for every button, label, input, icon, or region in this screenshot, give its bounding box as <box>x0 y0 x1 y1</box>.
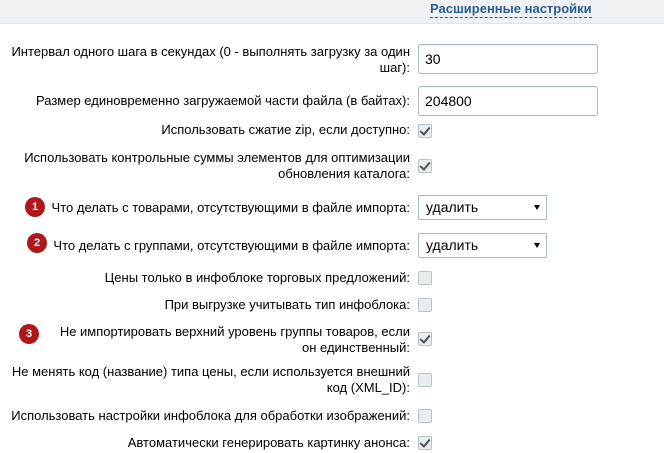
chunk-size-input[interactable] <box>418 86 598 116</box>
use-zip-checkbox[interactable] <box>418 124 432 138</box>
chevron-down-icon <box>534 205 540 210</box>
advanced-settings-link[interactable]: Расширенные настройки <box>430 1 592 18</box>
missing-products-value: удалить <box>426 199 479 215</box>
step-badge-3: 3 <box>19 324 39 344</box>
missing-groups-select[interactable]: удалить <box>418 233 547 258</box>
step-interval-label: Интервал одного шага в секундах (0 - вып… <box>11 44 410 75</box>
skip-top-group-checkbox[interactable] <box>418 332 432 346</box>
advanced-settings-header: Расширенные настройки <box>0 0 664 24</box>
auto-preview-checkbox[interactable] <box>418 436 432 450</box>
auto-preview-label: Автоматически генерировать картинку анон… <box>127 435 410 450</box>
use-zip-label: Использовать сжатие zip, если доступно: <box>161 122 410 137</box>
prices-offers-only-checkbox[interactable] <box>418 271 432 285</box>
step-interval-input[interactable] <box>418 44 598 74</box>
chevron-down-icon <box>534 243 540 248</box>
missing-groups-label: Что делать с группами, отсутствующими в … <box>53 238 410 253</box>
keep-price-code-label: Не менять код (название) типа цены, если… <box>11 364 410 395</box>
use-checksums-checkbox[interactable] <box>418 159 432 173</box>
use-checksums-label: Использовать контрольные суммы элементов… <box>24 150 410 181</box>
missing-products-label: Что делать с товарами, отсутствующими в … <box>51 200 410 215</box>
consider-iblock-type-checkbox[interactable] <box>418 298 432 312</box>
prices-offers-only-label: Цены только в инфоблоке торговых предлож… <box>104 270 410 285</box>
skip-top-group-label: Не импортировать верхний уровень группы … <box>59 324 410 355</box>
iblock-image-settings-label: Использовать настройки инфоблока для обр… <box>11 408 410 423</box>
iblock-image-settings-checkbox[interactable] <box>418 409 432 423</box>
chunk-size-label: Размер единовременно загружаемой части ф… <box>36 93 410 108</box>
missing-products-select[interactable]: удалить <box>418 195 547 220</box>
missing-groups-value: удалить <box>426 237 479 253</box>
consider-iblock-type-label: При выгрузке учитывать тип инфоблока: <box>164 297 410 312</box>
keep-price-code-checkbox[interactable] <box>418 373 432 387</box>
